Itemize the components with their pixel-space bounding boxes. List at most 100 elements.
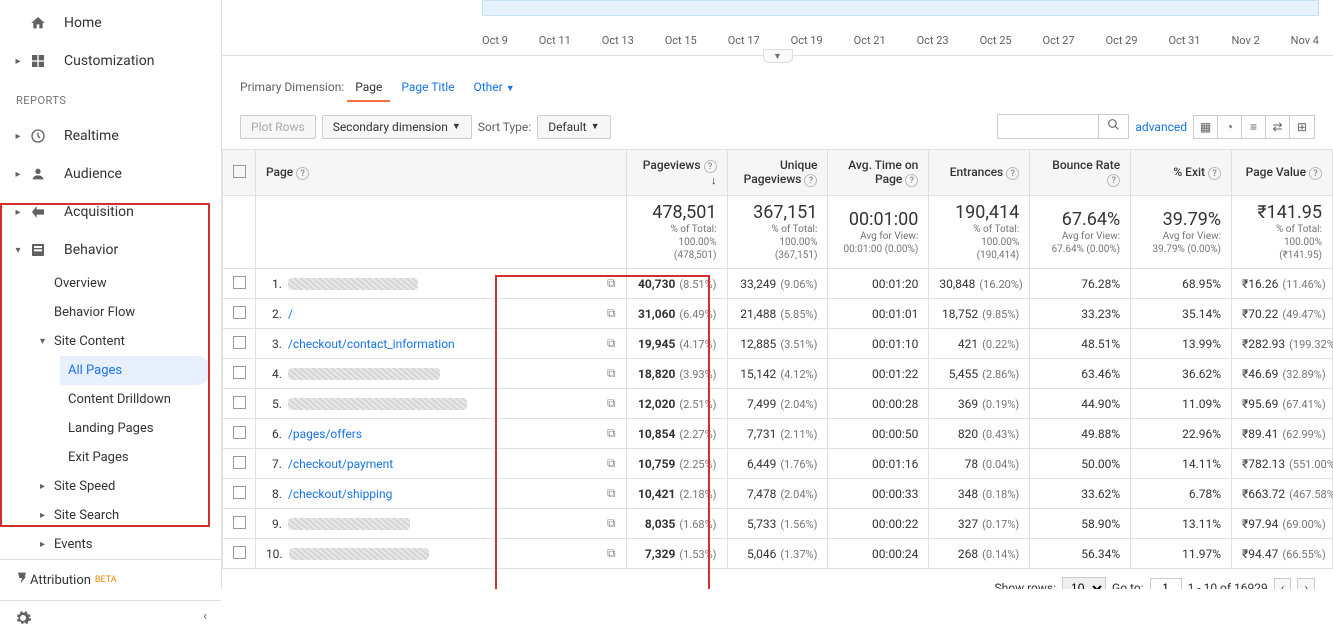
sub-site-search[interactable]: ▸Site Search bbox=[46, 501, 221, 530]
nav-behavior[interactable]: ▾ Behavior bbox=[0, 231, 221, 269]
view-pivot-icon[interactable]: ⊞ bbox=[1290, 116, 1314, 138]
sort-type-dropdown[interactable]: Default ▼ bbox=[537, 115, 610, 139]
metric-value: 56.34% bbox=[1081, 547, 1120, 561]
row-checkbox[interactable] bbox=[233, 486, 246, 499]
rows-select[interactable]: 10 bbox=[1062, 577, 1106, 589]
sub-landing-pages[interactable]: Landing Pages bbox=[60, 414, 221, 443]
sub-behavior-flow[interactable]: Behavior Flow bbox=[46, 298, 221, 327]
open-external-icon[interactable]: ⧉ bbox=[607, 456, 616, 471]
row-checkbox[interactable] bbox=[233, 336, 246, 349]
view-pie-icon[interactable]: ◔ bbox=[1218, 116, 1242, 138]
sub-all-pages[interactable]: All Pages bbox=[60, 356, 211, 385]
prev-page-button[interactable]: ‹ bbox=[1274, 578, 1292, 589]
metric-pct: (0.14%) bbox=[982, 548, 1019, 561]
col-entrances[interactable]: Entrances? bbox=[929, 150, 1030, 196]
metric-pct: (0.17%) bbox=[982, 518, 1019, 531]
sub-overview[interactable]: Overview bbox=[46, 269, 221, 298]
admin-gear-icon[interactable] bbox=[14, 609, 32, 631]
col-page[interactable]: Page? bbox=[255, 150, 626, 196]
dimension-tab-page[interactable]: Page bbox=[347, 74, 390, 102]
row-checkbox[interactable] bbox=[233, 306, 246, 319]
page-path-link[interactable]: / bbox=[288, 307, 293, 321]
dimension-tab-page-title[interactable]: Page Title bbox=[393, 74, 462, 100]
select-all-header[interactable] bbox=[223, 150, 256, 196]
advanced-link[interactable]: advanced bbox=[1135, 120, 1187, 134]
chart-date-label: Oct 21 bbox=[854, 34, 886, 47]
help-icon[interactable]: ? bbox=[1006, 167, 1019, 180]
help-icon[interactable]: ? bbox=[296, 167, 309, 180]
col-pageviews[interactable]: Pageviews?↓ bbox=[626, 150, 727, 196]
col-unique[interactable]: Unique Pageviews? bbox=[727, 150, 828, 196]
open-external-icon[interactable]: ⧉ bbox=[607, 276, 616, 291]
row-checkbox[interactable] bbox=[233, 396, 246, 409]
nav-attribution[interactable]: Attribution BETA bbox=[0, 560, 221, 600]
chart-date-label: Oct 17 bbox=[728, 34, 760, 47]
metric-value: 7,478 bbox=[747, 487, 776, 501]
help-icon[interactable]: ? bbox=[905, 174, 918, 187]
open-external-icon[interactable]: ⧉ bbox=[607, 306, 616, 321]
table-row: 8./checkout/shipping⧉10,421(2.18%)7,478(… bbox=[223, 479, 1333, 509]
page-path-link[interactable]: /checkout/shipping bbox=[288, 487, 392, 501]
sub-site-speed[interactable]: ▸Site Speed bbox=[46, 472, 221, 501]
view-comparison-icon[interactable]: ⇄ bbox=[1266, 116, 1290, 138]
col-bounce[interactable]: Bounce Rate? bbox=[1030, 150, 1131, 196]
row-checkbox[interactable] bbox=[233, 276, 246, 289]
metric-value: 76.28% bbox=[1081, 277, 1120, 291]
row-checkbox[interactable] bbox=[233, 516, 246, 529]
sub-events[interactable]: ▸Events bbox=[46, 530, 221, 559]
dimension-tab-other[interactable]: Other ▼ bbox=[466, 74, 523, 100]
summary-sub: Avg for View: bbox=[1040, 230, 1120, 243]
col-avg-time[interactable]: Avg. Time on Page? bbox=[828, 150, 929, 196]
page-path-link[interactable]: /pages/offers bbox=[288, 427, 362, 441]
view-performance-icon[interactable]: ≡ bbox=[1242, 116, 1266, 138]
help-icon[interactable]: ? bbox=[1309, 167, 1322, 180]
help-icon[interactable]: ? bbox=[1208, 167, 1221, 180]
metric-value: 00:01:22 bbox=[872, 367, 918, 381]
collapse-sidebar-icon[interactable]: ‹ bbox=[203, 609, 207, 631]
sub-content-drilldown[interactable]: Content Drilldown bbox=[60, 385, 221, 414]
help-icon[interactable]: ? bbox=[1107, 174, 1120, 187]
metric-pct: (2.86%) bbox=[982, 368, 1019, 381]
open-external-icon[interactable]: ⧉ bbox=[607, 396, 616, 411]
chart-date-label: Oct 13 bbox=[602, 34, 634, 47]
sub-exit-pages[interactable]: Exit Pages bbox=[60, 443, 221, 472]
row-checkbox[interactable] bbox=[233, 456, 246, 469]
open-external-icon[interactable]: ⧉ bbox=[607, 336, 616, 351]
row-checkbox[interactable] bbox=[233, 366, 246, 379]
page-path-link[interactable]: /checkout/payment bbox=[288, 457, 393, 471]
col-exit[interactable]: % Exit? bbox=[1131, 150, 1232, 196]
help-icon[interactable]: ? bbox=[704, 160, 717, 173]
chevron-down-icon: ▼ bbox=[591, 121, 600, 132]
nav-customization[interactable]: ▸ Customization bbox=[0, 42, 221, 80]
row-checkbox[interactable] bbox=[233, 426, 246, 439]
sub-site-content[interactable]: ▾Site Content bbox=[46, 327, 221, 356]
secondary-dimension-dropdown[interactable]: Secondary dimension ▼ bbox=[322, 115, 472, 139]
nav-realtime[interactable]: ▸ Realtime bbox=[0, 117, 221, 155]
open-external-icon[interactable]: ⧉ bbox=[607, 486, 616, 501]
nav-home[interactable]: Home bbox=[0, 4, 221, 42]
go-to-label: Go to: bbox=[1112, 581, 1144, 589]
nav-audience[interactable]: ▸ Audience bbox=[0, 155, 221, 193]
open-external-icon[interactable]: ⧉ bbox=[607, 426, 616, 441]
metric-value: 6,449 bbox=[747, 457, 776, 471]
next-page-button[interactable]: › bbox=[1297, 578, 1315, 589]
expand-chart-button[interactable]: ▼ bbox=[763, 49, 793, 63]
search-input[interactable] bbox=[998, 116, 1098, 138]
open-external-icon[interactable]: ⧉ bbox=[607, 546, 616, 561]
row-index: 4. bbox=[266, 367, 282, 381]
metric-value: ₹782.13 bbox=[1242, 457, 1285, 471]
nav-acquisition[interactable]: ▸ Acquisition bbox=[0, 193, 221, 231]
open-external-icon[interactable]: ⧉ bbox=[607, 366, 616, 381]
row-checkbox[interactable] bbox=[233, 546, 246, 559]
col-value[interactable]: Page Value? bbox=[1232, 150, 1333, 196]
plot-rows-button[interactable]: Plot Rows bbox=[240, 115, 316, 139]
chevron-down-icon: ▼ bbox=[452, 121, 461, 132]
page-path-link[interactable]: /checkout/contact_information bbox=[288, 337, 455, 351]
open-external-icon[interactable]: ⧉ bbox=[607, 516, 616, 531]
nav-label: Customization bbox=[64, 53, 154, 69]
help-icon[interactable]: ? bbox=[804, 174, 817, 187]
view-data-table-icon[interactable]: ▦ bbox=[1194, 116, 1218, 138]
go-to-input[interactable] bbox=[1150, 578, 1182, 589]
metric-pct: (0.22%) bbox=[982, 338, 1019, 351]
search-icon[interactable] bbox=[1098, 115, 1128, 138]
